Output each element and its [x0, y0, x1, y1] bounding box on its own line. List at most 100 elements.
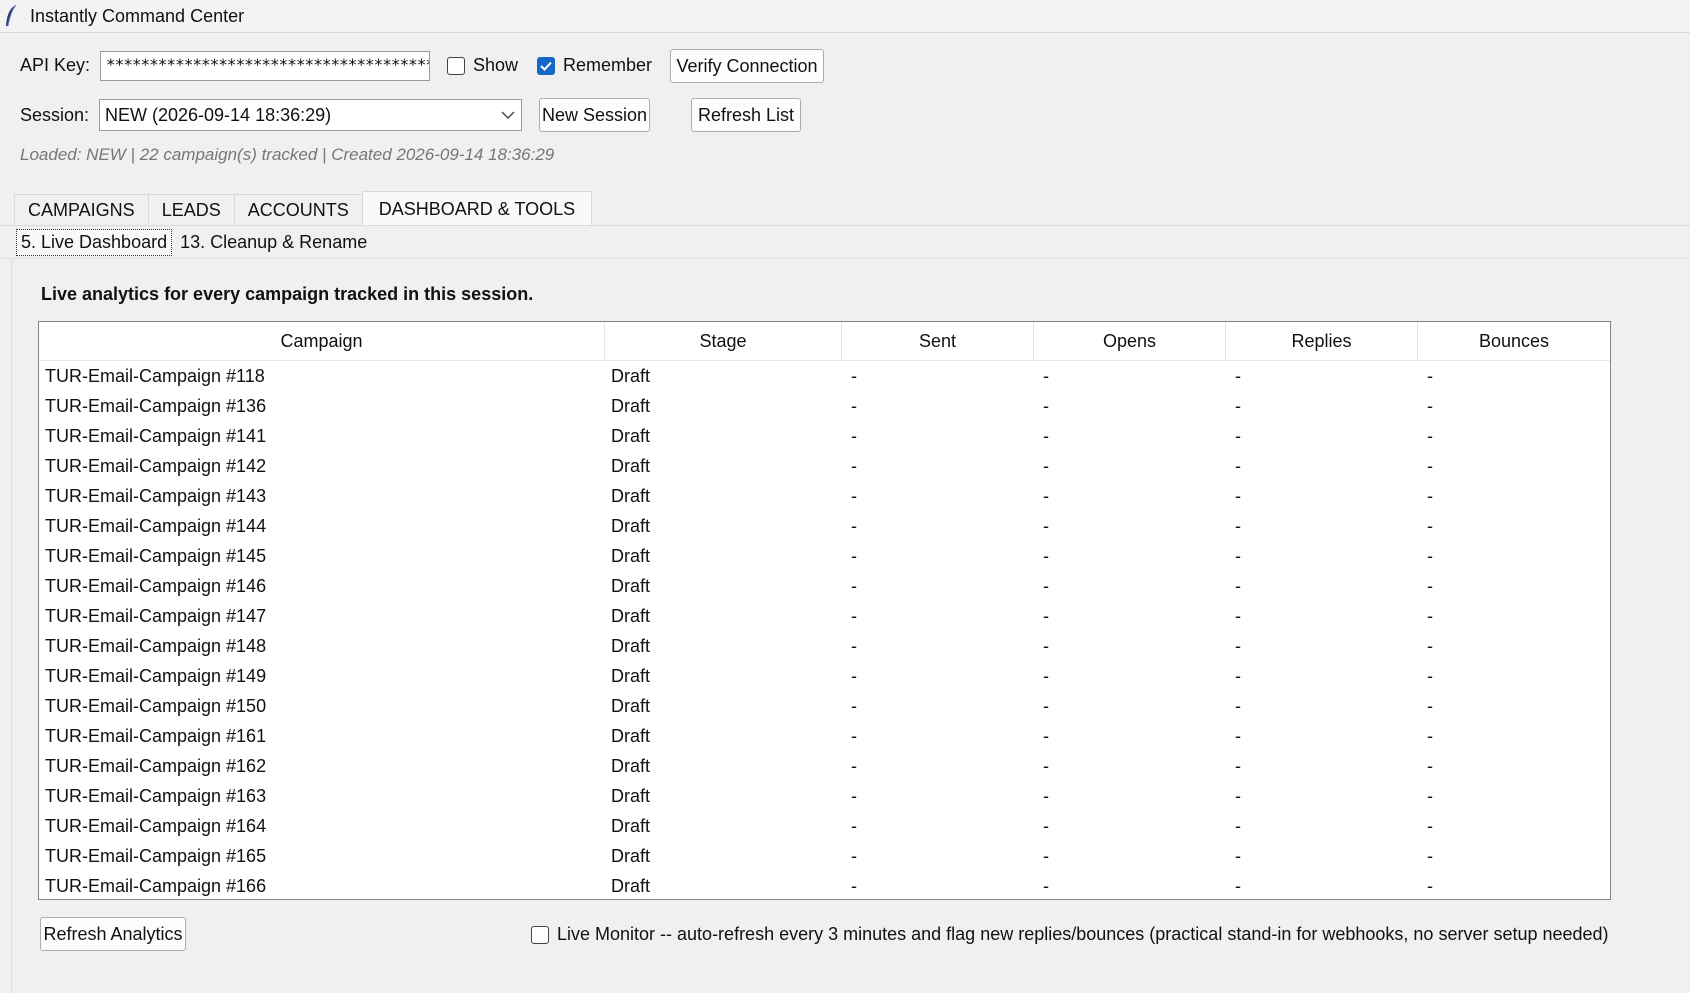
cell-replies: -: [1235, 815, 1241, 836]
table-row[interactable]: TUR-Email-Campaign #144 Draft - - - -: [39, 511, 1610, 541]
refresh-analytics-button[interactable]: Refresh Analytics: [40, 917, 186, 951]
cell-stage: Draft: [611, 695, 651, 716]
show-checkbox[interactable]: Show: [447, 55, 518, 76]
column-header-bounces[interactable]: Bounces: [1418, 322, 1610, 360]
table-row[interactable]: TUR-Email-Campaign #164 Draft - - - -: [39, 811, 1610, 841]
cell-opens: -: [1043, 545, 1049, 566]
table-row[interactable]: TUR-Email-Campaign #150 Draft - - - -: [39, 691, 1610, 721]
table-row[interactable]: TUR-Email-Campaign #146 Draft - - - -: [39, 571, 1610, 601]
verify-connection-button[interactable]: Verify Connection: [670, 49, 824, 83]
session-select[interactable]: NEW (2026-09-14 18:36:29): [99, 99, 522, 131]
window-title: Instantly Command Center: [30, 5, 245, 26]
table-row[interactable]: TUR-Email-Campaign #166 Draft - - - -: [39, 871, 1610, 899]
table-row[interactable]: TUR-Email-Campaign #165 Draft - - - -: [39, 841, 1610, 871]
table-row[interactable]: TUR-Email-Campaign #142 Draft - - - -: [39, 451, 1610, 481]
cell-bounces: -: [1427, 575, 1433, 596]
column-header-replies[interactable]: Replies: [1226, 322, 1418, 360]
cell-stage: Draft: [611, 605, 651, 626]
cell-bounces: -: [1427, 725, 1433, 746]
table-row[interactable]: TUR-Email-Campaign #161 Draft - - - -: [39, 721, 1610, 751]
chevron-down-icon[interactable]: [501, 111, 515, 120]
table-body: TUR-Email-Campaign #118 Draft - - - - TUR-Emai…: [39, 361, 1610, 899]
cell-campaign: TUR-Email-Campaign #144: [45, 515, 267, 536]
cell-opens: -: [1043, 635, 1049, 656]
cell-bounces: -: [1427, 515, 1433, 536]
cell-stage: Draft: [611, 635, 651, 656]
cell-campaign: TUR-Email-Campaign #145: [45, 545, 267, 566]
table-row[interactable]: TUR-Email-Campaign #136 Draft - - - -: [39, 391, 1610, 421]
table-row[interactable]: TUR-Email-Campaign #118 Draft - - - -: [39, 361, 1610, 391]
cell-campaign: TUR-Email-Campaign #136: [45, 395, 267, 416]
table-row[interactable]: TUR-Email-Campaign #148 Draft - - - -: [39, 631, 1610, 661]
cell-opens: -: [1043, 845, 1049, 866]
title-bar: Instantly Command Center: [0, 0, 1690, 33]
cell-sent: -: [851, 815, 857, 836]
table-row[interactable]: TUR-Email-Campaign #162 Draft - - - -: [39, 751, 1610, 781]
campaign-table[interactable]: Campaign Stage Sent Opens Replies Bounce…: [38, 321, 1611, 900]
subtab-live-dashboard[interactable]: 5. Live Dashboard: [16, 229, 173, 256]
table-header: Campaign Stage Sent Opens Replies Bounce…: [39, 322, 1610, 361]
remember-checkbox[interactable]: Remember: [537, 55, 652, 76]
cell-replies: -: [1235, 755, 1241, 776]
table-row[interactable]: TUR-Email-Campaign #141 Draft - - - -: [39, 421, 1610, 451]
cell-sent: -: [851, 485, 857, 506]
cell-opens: -: [1043, 425, 1049, 446]
tab-accounts[interactable]: ACCOUNTS: [233, 194, 363, 226]
cell-replies: -: [1235, 845, 1241, 866]
cell-bounces: -: [1427, 365, 1433, 386]
tab-divider: [0, 225, 1690, 226]
cell-campaign: TUR-Email-Campaign #141: [45, 425, 267, 446]
cell-stage: Draft: [611, 815, 651, 836]
cell-bounces: -: [1427, 665, 1433, 686]
cell-replies: -: [1235, 515, 1241, 536]
remember-checkbox-box[interactable]: [537, 56, 555, 75]
cell-sent: -: [851, 725, 857, 746]
column-header-sent[interactable]: Sent: [842, 322, 1034, 360]
panel-border: [11, 259, 12, 993]
cell-bounces: -: [1427, 455, 1433, 476]
cell-bounces: -: [1427, 395, 1433, 416]
api-key-input[interactable]: ****************************************: [100, 51, 430, 81]
cell-sent: -: [851, 395, 857, 416]
cell-opens: -: [1043, 665, 1049, 686]
table-row[interactable]: TUR-Email-Campaign #149 Draft - - - -: [39, 661, 1610, 691]
table-row[interactable]: TUR-Email-Campaign #163 Draft - - - -: [39, 781, 1610, 811]
cell-stage: Draft: [611, 455, 651, 476]
show-checkbox-box[interactable]: [447, 56, 465, 75]
cell-stage: Draft: [611, 485, 651, 506]
cell-sent: -: [851, 545, 857, 566]
show-checkbox-label: Show: [473, 55, 519, 75]
cell-replies: -: [1235, 665, 1241, 686]
cell-campaign: TUR-Email-Campaign #164: [45, 815, 267, 836]
live-monitor-checkbox[interactable]: Live Monitor -- auto-refresh every 3 min…: [531, 924, 1609, 945]
new-session-button[interactable]: New Session: [539, 98, 650, 132]
column-header-stage[interactable]: Stage: [605, 322, 842, 360]
refresh-list-button[interactable]: Refresh List: [691, 98, 801, 132]
cell-stage: Draft: [611, 545, 651, 566]
table-row[interactable]: TUR-Email-Campaign #143 Draft - - - -: [39, 481, 1610, 511]
tab-leads[interactable]: LEADS: [147, 194, 235, 226]
tab-campaigns[interactable]: CAMPAIGNS: [14, 194, 149, 226]
cell-stage: Draft: [611, 845, 651, 866]
live-monitor-checkbox-box[interactable]: [531, 925, 549, 944]
sub-tabs: 5. Live Dashboard 13. Cleanup & Rename: [16, 229, 375, 256]
cell-campaign: TUR-Email-Campaign #143: [45, 485, 267, 506]
column-header-opens[interactable]: Opens: [1034, 322, 1226, 360]
cell-bounces: -: [1427, 755, 1433, 776]
tab-dashboard-tools[interactable]: DASHBOARD & TOOLS: [361, 191, 593, 226]
cell-sent: -: [851, 755, 857, 776]
subtab-cleanup-rename[interactable]: 13. Cleanup & Rename: [176, 230, 371, 255]
cell-stage: Draft: [611, 575, 651, 596]
cell-bounces: -: [1427, 815, 1433, 836]
table-row[interactable]: TUR-Email-Campaign #145 Draft - - - -: [39, 541, 1610, 571]
column-header-campaign[interactable]: Campaign: [39, 322, 605, 360]
table-row[interactable]: TUR-Email-Campaign #147 Draft - - - -: [39, 601, 1610, 631]
cell-opens: -: [1043, 695, 1049, 716]
cell-opens: -: [1043, 455, 1049, 476]
cell-bounces: -: [1427, 875, 1433, 896]
session-label: Session:: [20, 105, 90, 125]
main-tabs: CAMPAIGNS LEADS ACCOUNTS DASHBOARD & TOO…: [14, 191, 593, 226]
cell-campaign: TUR-Email-Campaign #161: [45, 725, 267, 746]
cell-opens: -: [1043, 725, 1049, 746]
cell-stage: Draft: [611, 665, 651, 686]
